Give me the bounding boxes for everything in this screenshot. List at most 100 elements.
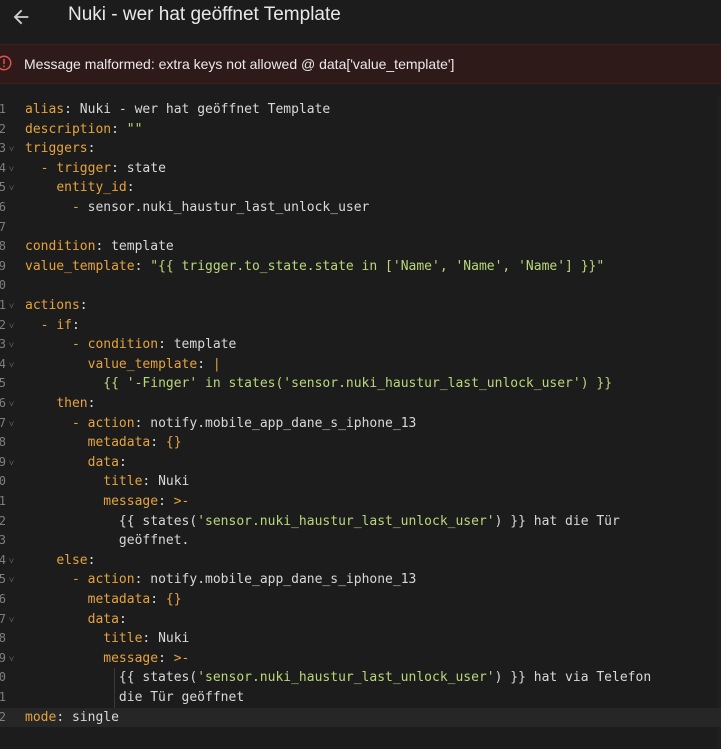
line-number: 28 (0, 631, 6, 646)
code-line[interactable]: 29˅ message: >- (0, 649, 721, 669)
code-text: metadata: {} (25, 433, 182, 453)
top-app-bar: Nuki - wer hat geöffnet Template (0, 0, 721, 35)
code-text: {{ states('sensor.nuki_haustur_last_unlo… (25, 512, 620, 532)
code-line[interactable]: 22 {{ states('sensor.nuki_haustur_last_u… (0, 512, 721, 532)
code-line[interactable]: 1 alias: Nuki - wer hat geöffnet Template (0, 100, 721, 120)
code-text: entity_id: (25, 178, 135, 198)
code-line[interactable]: 20 title: Nuki (0, 472, 721, 492)
code-line[interactable]: 10 (0, 276, 721, 296)
code-token: >- (173, 650, 190, 666)
code-line[interactable]: 13˅ - condition: template (0, 335, 721, 355)
code-token: : (87, 552, 96, 568)
code-text: actions: (25, 296, 88, 316)
code-text: condition: template (25, 237, 174, 257)
error-banner: Message malformed: extra keys not allowe… (0, 44, 721, 84)
line-number: 25 (0, 572, 6, 587)
code-line[interactable]: 3 ˅ triggers: (0, 139, 721, 159)
code-token: geöffnet. (25, 533, 190, 549)
code-token: sensor.nuki_haustur_last_unlock_user (87, 200, 370, 215)
code-line[interactable]: 28 title: Nuki (0, 629, 721, 649)
back-button[interactable] (8, 4, 34, 30)
yaml-code-editor[interactable]: 1 alias: Nuki - wer hat geöffnet Template… (0, 97, 721, 749)
page-title: Nuki - wer hat geöffnet Template (68, 4, 341, 25)
code-text: - condition: template (25, 335, 236, 355)
line-number: 3 (0, 141, 6, 156)
line-number: 7 (0, 219, 6, 234)
line-number: 5 (0, 180, 6, 195)
code-token: : (126, 180, 135, 196)
code-token: : single (56, 709, 119, 725)
code-text: description: "" (25, 120, 142, 140)
code-token: - (71, 572, 88, 588)
code-line[interactable]: 7 (0, 218, 721, 238)
code-text: - sensor.nuki_haustur_last_unlock_user (25, 198, 369, 218)
line-number: 20 (0, 474, 6, 489)
code-text: title: Nuki (25, 472, 189, 492)
code-line[interactable]: 9 value_template: "{{ trigger.to_state.st… (0, 257, 721, 277)
code-line[interactable]: 11˅actions: (0, 296, 721, 316)
line-number: 32 (0, 709, 6, 724)
code-token: "" (126, 121, 143, 137)
code-line[interactable]: 24˅ else: (0, 551, 721, 571)
code-line[interactable]: 18 metadata: {} (0, 433, 721, 453)
code-line[interactable]: 17˅ - action: notify.mobile_app_dane_s_i… (0, 414, 721, 434)
code-text: - if: (25, 316, 80, 336)
code-line[interactable]: 27˅ data: (0, 610, 721, 630)
code-token: : (87, 141, 96, 157)
indent-guide (113, 668, 115, 708)
code-token: {{ states( (25, 513, 198, 529)
line-number: 23 (0, 533, 6, 548)
line-number: 11 (0, 298, 6, 312)
code-line[interactable]: 8 condition: template (0, 237, 721, 257)
code-token: {} (165, 435, 182, 451)
code-line[interactable]: 30 {{ states('sensor.nuki_haustur_last_u… (0, 668, 721, 688)
code-token: message (103, 494, 159, 509)
code-token: "{{ trigger.to_state.state in ['Name', '… (150, 258, 605, 274)
code-token: : (87, 396, 96, 411)
code-line[interactable]: 4 ˅ - trigger: state (0, 159, 721, 179)
code-line[interactable]: 19˅ data: (0, 453, 721, 473)
code-text: - action: notify.mobile_app_dane_s_iphon… (25, 414, 416, 434)
code-line[interactable]: 23 geöffnet. (0, 531, 721, 551)
code-token: : Nuki (142, 474, 190, 490)
code-line[interactable]: 6 - sensor.nuki_haustur_last_unlock_user (0, 198, 721, 218)
code-line[interactable]: 16˅ then: (0, 394, 721, 414)
code-token: 'sensor.nuki_haustur_last_unlock_user' (197, 513, 495, 529)
code-token: : (158, 494, 174, 509)
code-line[interactable]: 14˅ value_template: | (0, 355, 721, 375)
code-line[interactable]: 21 message: >- (0, 492, 721, 512)
code-text: die Tür geöffnet (25, 688, 244, 708)
code-text: triggers: (25, 139, 95, 159)
code-line[interactable]: 26 metadata: {} (0, 590, 721, 610)
code-token: : (150, 592, 166, 607)
code-line[interactable]: 25˅ - action: notify.mobile_app_dane_s_i… (0, 570, 721, 590)
code-token: - (40, 317, 57, 333)
code-token: if (56, 317, 72, 333)
code-line[interactable]: 5 ˅ entity_id: (0, 178, 721, 198)
code-token: : (134, 258, 151, 274)
code-token: : state (111, 160, 166, 176)
code-line[interactable]: 31 die Tür geöffnet (0, 688, 721, 708)
code-token: : (197, 356, 213, 372)
code-line[interactable]: 32 mode: single (0, 707, 721, 728)
code-text: metadata: {} (25, 590, 182, 610)
arrow-left-icon (13, 9, 29, 25)
line-number: 14 (0, 356, 6, 371)
code-text: geöffnet. (25, 531, 189, 551)
code-token: : Nuki - wer hat geöffnet Template (64, 102, 331, 117)
code-line[interactable]: 12˅ - if: (0, 316, 721, 336)
code-token: ) }} hat die Tür (494, 513, 620, 529)
code-line[interactable]: 15 {{ '-Finger' in states('sensor.nuki_h… (0, 374, 721, 394)
line-number: 17 (0, 415, 6, 430)
line-number: 4 (0, 160, 6, 175)
code-line[interactable]: 2 description: "" (0, 120, 721, 140)
